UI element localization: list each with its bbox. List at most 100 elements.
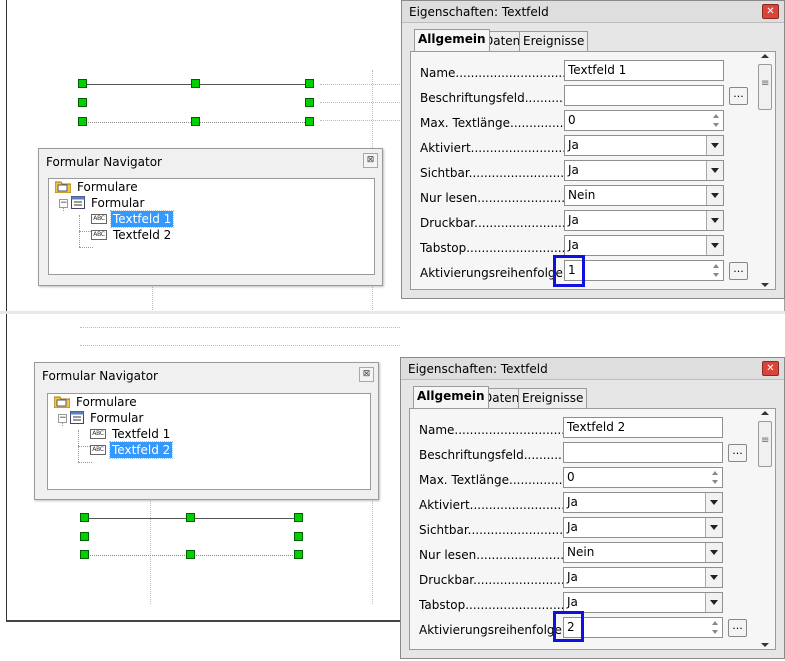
caption-ellipsis-button[interactable]: ... bbox=[728, 444, 747, 462]
tree-item-textfeld-1[interactable]: ABC Textfeld 1 bbox=[91, 210, 175, 228]
visible-select[interactable]: Ja bbox=[564, 160, 724, 181]
printable-select[interactable]: Ja bbox=[563, 567, 723, 588]
tree-item-formular[interactable]: Formular bbox=[71, 195, 146, 211]
prop-row-visible: Sichtbar................................… bbox=[410, 517, 775, 542]
form-icon bbox=[71, 196, 85, 209]
tab-allgemein[interactable]: Allgemein bbox=[414, 29, 490, 51]
dropdown-arrow-icon[interactable] bbox=[706, 136, 723, 155]
tab-ereignisse[interactable]: Ereignisse bbox=[518, 388, 588, 408]
textfield-control-1[interactable] bbox=[78, 79, 314, 127]
enabled-select[interactable]: Ja bbox=[563, 492, 723, 513]
caption-ellipsis-button[interactable]: ... bbox=[729, 87, 748, 105]
dropdown-arrow-icon[interactable] bbox=[705, 543, 722, 562]
name-input[interactable]: Textfeld 2 bbox=[563, 417, 723, 438]
resize-handle[interactable] bbox=[294, 513, 303, 522]
spin-arrows-icon[interactable] bbox=[709, 261, 723, 280]
resize-handle[interactable] bbox=[186, 513, 195, 522]
scroll-thumb[interactable] bbox=[758, 421, 772, 467]
enabled-select[interactable]: Ja bbox=[564, 135, 724, 156]
caption-input[interactable] bbox=[563, 442, 723, 463]
resize-handle[interactable] bbox=[305, 117, 314, 126]
maxlen-spinbox[interactable]: 0 bbox=[563, 467, 723, 488]
printable-select[interactable]: Ja bbox=[564, 210, 724, 231]
resize-handle[interactable] bbox=[191, 79, 200, 88]
dropdown-arrow-icon[interactable] bbox=[706, 161, 723, 180]
form-navigator-top: Formular Navigator ⊠ Formulare − Formula… bbox=[38, 148, 383, 286]
dropdown-arrow-icon[interactable] bbox=[705, 593, 722, 612]
close-icon[interactable]: ⊠ bbox=[359, 367, 374, 382]
tree-item-formulare[interactable]: Formulare bbox=[55, 179, 140, 195]
tree-item-formular[interactable]: Formular bbox=[70, 410, 145, 426]
dialog-titlebar[interactable]: Eigenschaften: Textfeld ✕ bbox=[401, 358, 784, 380]
prop-row-name: Name....................................… bbox=[411, 60, 775, 85]
tree-item-formulare[interactable]: Formulare bbox=[54, 394, 139, 410]
scroll-up-icon[interactable] bbox=[761, 54, 769, 58]
prop-row-readonly: Nur lesen...............................… bbox=[411, 185, 775, 210]
properties-panel: Name....................................… bbox=[409, 408, 776, 650]
spin-arrows-icon[interactable] bbox=[708, 468, 722, 487]
dropdown-arrow-icon[interactable] bbox=[706, 236, 723, 255]
taborder-ellipsis-button[interactable]: ... bbox=[729, 262, 748, 280]
resize-handle[interactable] bbox=[80, 513, 89, 522]
scroll-thumb[interactable] bbox=[758, 64, 772, 110]
collapse-icon[interactable]: − bbox=[59, 199, 68, 208]
prop-row-name: Name....................................… bbox=[410, 417, 775, 442]
resize-handle[interactable] bbox=[294, 550, 303, 559]
tabstop-select[interactable]: Ja bbox=[563, 592, 723, 613]
tree-item-textfeld-2[interactable]: ABC Textfeld 2 bbox=[91, 227, 173, 243]
dropdown-arrow-icon[interactable] bbox=[706, 186, 723, 205]
resize-handle[interactable] bbox=[78, 117, 87, 126]
scroll-up-icon[interactable] bbox=[761, 411, 769, 415]
highlight-box bbox=[553, 611, 584, 642]
resize-handle[interactable] bbox=[305, 79, 314, 88]
dropdown-arrow-icon[interactable] bbox=[705, 518, 722, 537]
spin-arrows-icon[interactable] bbox=[709, 111, 723, 130]
prop-row-tabstop: Tabstop.................................… bbox=[410, 592, 775, 617]
window-close-icon[interactable]: ✕ bbox=[762, 4, 779, 19]
properties-dialog-top: Eigenschaften: Textfeld ✕ Allgemein Date… bbox=[401, 0, 785, 299]
scroll-down-icon[interactable] bbox=[761, 643, 769, 647]
name-input[interactable]: Textfeld 1 bbox=[564, 60, 724, 81]
maxlen-spinbox[interactable]: 0 bbox=[564, 110, 724, 131]
taborder-spinbox[interactable]: 1 bbox=[564, 260, 724, 281]
navigator-tree[interactable]: Formulare − Formular ABC Textfeld 1 ABC Te… bbox=[48, 178, 375, 275]
resize-handle[interactable] bbox=[305, 98, 314, 107]
navigator-tree[interactable]: Formulare − Formular ABC Textfeld 1 ABC Te… bbox=[47, 393, 371, 490]
tree-item-textfeld-1[interactable]: ABC Textfeld 1 bbox=[90, 426, 172, 442]
readonly-select[interactable]: Nein bbox=[564, 185, 724, 206]
resize-handle[interactable] bbox=[294, 532, 303, 541]
textfield-icon: ABC bbox=[90, 429, 106, 439]
prop-row-printable: Druckbar................................… bbox=[411, 210, 775, 235]
tabstop-value: Ja bbox=[567, 595, 578, 609]
prop-row-maxlen: Max. Textlänge......................... … bbox=[410, 467, 775, 492]
textfield-control-2[interactable] bbox=[80, 513, 306, 561]
collapse-icon[interactable]: − bbox=[58, 414, 67, 423]
dropdown-arrow-icon[interactable] bbox=[705, 493, 722, 512]
maxlen-value: 0 bbox=[568, 113, 576, 127]
navigator-title: Formular Navigator bbox=[42, 369, 158, 383]
tab-allgemein[interactable]: Allgemein bbox=[413, 386, 489, 408]
resize-handle[interactable] bbox=[80, 550, 89, 559]
dropdown-arrow-icon[interactable] bbox=[705, 568, 722, 587]
resize-handle[interactable] bbox=[78, 79, 87, 88]
properties-scrollbar[interactable] bbox=[758, 411, 772, 647]
dropdown-arrow-icon[interactable] bbox=[706, 211, 723, 230]
properties-scrollbar[interactable] bbox=[758, 54, 772, 287]
readonly-select[interactable]: Nein bbox=[563, 542, 723, 563]
tabstop-select[interactable]: Ja bbox=[564, 235, 724, 256]
resize-handle[interactable] bbox=[186, 550, 195, 559]
taborder-spinbox[interactable]: 2 bbox=[563, 617, 723, 638]
dialog-titlebar[interactable]: Eigenschaften: Textfeld ✕ bbox=[402, 1, 784, 23]
resize-handle[interactable] bbox=[191, 117, 200, 126]
resize-handle[interactable] bbox=[80, 532, 89, 541]
tab-ereignisse[interactable]: Ereignisse bbox=[519, 31, 589, 51]
window-close-icon[interactable]: ✕ bbox=[762, 361, 779, 376]
close-icon[interactable]: ⊠ bbox=[363, 153, 378, 168]
scroll-down-icon[interactable] bbox=[761, 283, 769, 287]
spin-arrows-icon[interactable] bbox=[708, 618, 722, 637]
resize-handle[interactable] bbox=[78, 98, 87, 107]
visible-select[interactable]: Ja bbox=[563, 517, 723, 538]
taborder-ellipsis-button[interactable]: ... bbox=[728, 619, 747, 637]
tree-item-textfeld-2[interactable]: ABC Textfeld 2 bbox=[90, 441, 174, 459]
caption-input[interactable] bbox=[564, 85, 724, 106]
